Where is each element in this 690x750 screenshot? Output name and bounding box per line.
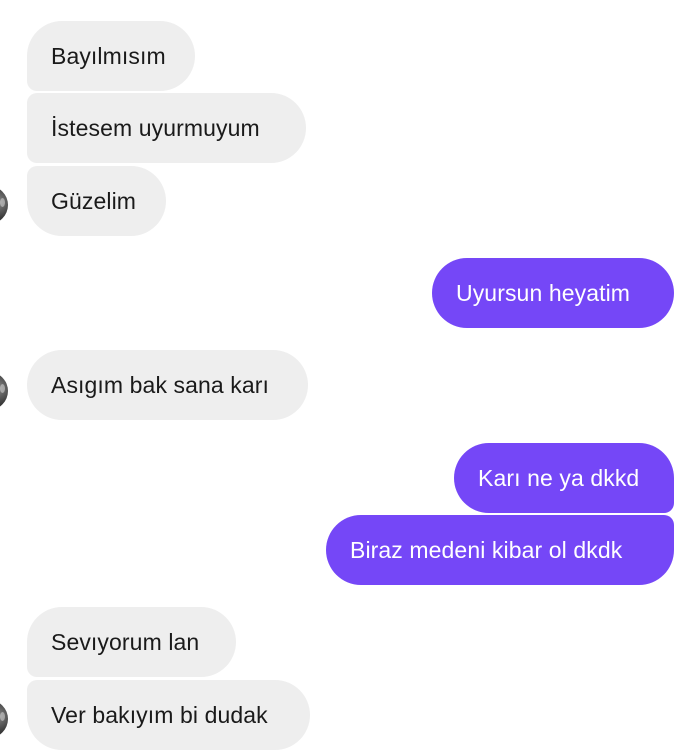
contact-avatar-icon[interactable] xyxy=(0,186,8,224)
contact-avatar-icon[interactable] xyxy=(0,700,8,738)
contact-avatar-icon[interactable] xyxy=(0,372,8,410)
chat-thread: Bayılmısım İstesem uyurmuyum Güzelim Uyu… xyxy=(0,0,690,750)
outgoing-message-bubble[interactable]: Uyursun heyatim xyxy=(432,258,674,328)
incoming-message-bubble[interactable]: Güzelim xyxy=(27,166,166,236)
incoming-message-bubble[interactable]: Ver bakıyım bi dudak xyxy=(27,680,310,750)
incoming-message-bubble[interactable]: Sevıyorum lan xyxy=(27,607,236,677)
incoming-message-bubble[interactable]: Bayılmısım xyxy=(27,21,195,91)
incoming-message-bubble[interactable]: İstesem uyurmuyum xyxy=(27,93,306,163)
incoming-message-bubble[interactable]: Asıgım bak sana karı xyxy=(27,350,308,420)
outgoing-message-bubble[interactable]: Karı ne ya dkkd xyxy=(454,443,674,513)
outgoing-message-bubble[interactable]: Biraz medeni kibar ol dkdk xyxy=(326,515,674,585)
